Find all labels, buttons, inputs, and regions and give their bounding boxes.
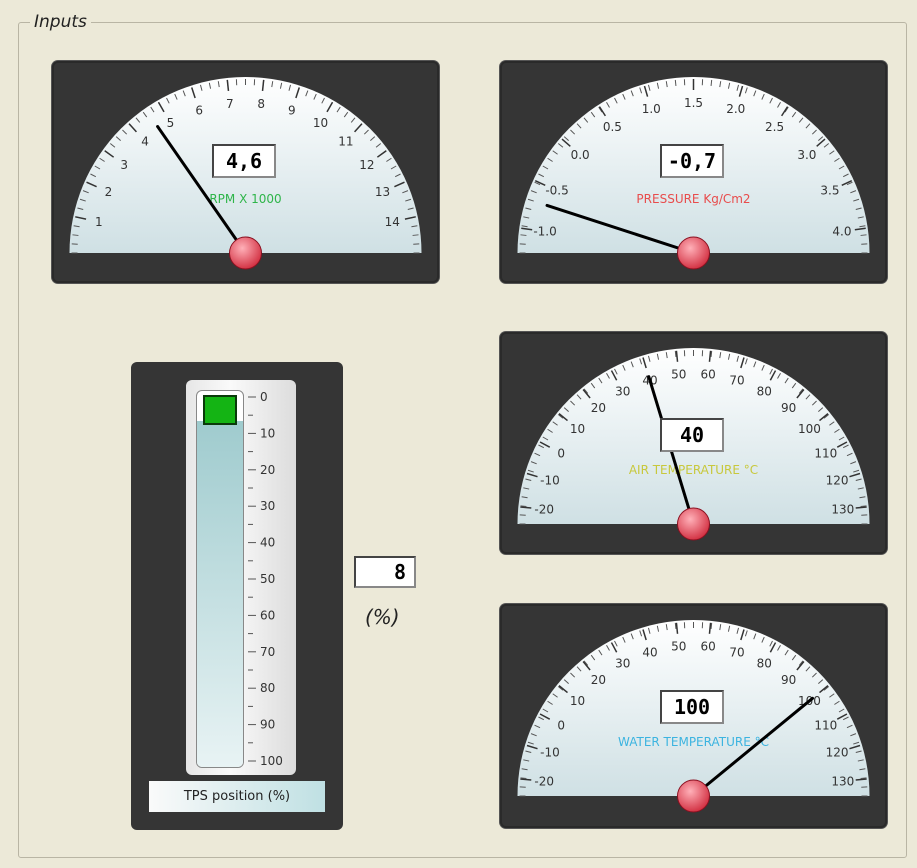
tps-value-display: 8 bbox=[354, 556, 416, 588]
tick-label: -20 bbox=[534, 774, 554, 788]
tick-label: 90 bbox=[781, 401, 796, 415]
tick-label: 3.0 bbox=[797, 148, 816, 162]
tick-label: 120 bbox=[826, 745, 849, 759]
tick-label: 1 bbox=[95, 215, 103, 229]
tps-scale-label: 80 bbox=[260, 681, 275, 695]
tps-scale-label: 100 bbox=[260, 754, 283, 768]
tick-label: 110 bbox=[814, 446, 837, 460]
tps-panel: 0 10 20 30 40 50 60 70 80 90 100 TPS position (%) bbox=[131, 362, 343, 830]
tick-label: 0 bbox=[557, 446, 565, 460]
tick-label: 10 bbox=[570, 694, 585, 708]
tps-position-handle[interactable] bbox=[203, 395, 237, 425]
tick-label: 0.0 bbox=[571, 148, 590, 162]
tps-scale-label: 70 bbox=[260, 645, 275, 659]
tick-label: 2.5 bbox=[765, 120, 784, 134]
tick-label: 11 bbox=[338, 135, 353, 149]
tps-scale-label: 10 bbox=[260, 426, 275, 440]
tick-label: 10 bbox=[313, 116, 328, 130]
air-temperature-value-display: 40 bbox=[660, 418, 724, 452]
tps-fill bbox=[197, 421, 243, 767]
tick-label: 110 bbox=[814, 718, 837, 732]
tick-label: 12 bbox=[359, 158, 374, 172]
tick-label: 80 bbox=[757, 657, 772, 671]
gauge-label: PRESSURE Kg/Cm2 bbox=[636, 192, 750, 206]
tick-label: 130 bbox=[831, 502, 854, 516]
tps-scale-label: 0 bbox=[260, 390, 268, 404]
tick-label: 8 bbox=[257, 97, 265, 111]
tick-label: 120 bbox=[826, 473, 849, 487]
pressure-value-display: -0,7 bbox=[660, 144, 724, 178]
tick-label: 9 bbox=[288, 103, 296, 117]
water-temperature-gauge-panel: -20 -10 0 10 20 30 40 50 60 70 80 90 100 110 120 130 WAT… bbox=[500, 604, 887, 828]
tps-scale: 0 10 20 30 40 50 60 70 80 90 100 bbox=[248, 390, 283, 768]
tps-tube bbox=[196, 390, 244, 768]
tick-label: 4.0 bbox=[832, 225, 851, 239]
tick-label: 20 bbox=[591, 673, 606, 687]
tick-label: 40 bbox=[642, 645, 657, 659]
tick-label: 5 bbox=[167, 116, 175, 130]
tick-label: 30 bbox=[615, 657, 630, 671]
needle-hub bbox=[677, 236, 710, 270]
tick-label: 30 bbox=[615, 385, 630, 399]
tick-label: 50 bbox=[671, 368, 686, 382]
needle-hub bbox=[677, 507, 710, 541]
tick-label: -1.0 bbox=[533, 225, 556, 239]
tick-label: 80 bbox=[757, 385, 772, 399]
inputs-group-title: Inputs bbox=[30, 12, 91, 32]
tps-unit-label: (%) bbox=[365, 605, 400, 629]
tick-label: 4 bbox=[141, 135, 149, 149]
tick-label: 70 bbox=[729, 373, 744, 387]
minor-tick bbox=[72, 234, 79, 236]
water-temperature-value-display: 100 bbox=[660, 690, 724, 724]
needle-hub bbox=[677, 779, 710, 813]
tick-label: -20 bbox=[534, 502, 554, 516]
gauge-label: WATER TEMPERATURE °C bbox=[618, 735, 769, 749]
tick-label: 2.0 bbox=[726, 102, 745, 116]
tps-scale-label: 40 bbox=[260, 536, 275, 550]
minor-tick bbox=[860, 234, 867, 236]
minor-tick bbox=[412, 234, 419, 236]
tick-label: 20 bbox=[591, 401, 606, 415]
tick-label: 0 bbox=[557, 718, 565, 732]
tick-label: 7 bbox=[226, 97, 234, 111]
rpm-gauge-panel: 1 2 3 4 5 6 7 8 9 10 11 12 13 14 RPM X 1000 4,6 bbox=[52, 61, 439, 283]
air-temperature-gauge-panel: -20 -10 0 10 20 30 40 50 60 70 80 90100 110 120 130 AIR… bbox=[500, 332, 887, 554]
tick-label: 3 bbox=[120, 158, 128, 172]
tps-scale-label: 50 bbox=[260, 572, 275, 586]
tick-label: 100 bbox=[798, 422, 821, 436]
tick-label: 10 bbox=[570, 422, 585, 436]
tick-label: 130 bbox=[831, 774, 854, 788]
minor-tick bbox=[674, 79, 677, 86]
tick-label: 0.5 bbox=[603, 120, 622, 134]
tps-track: 0 10 20 30 40 50 60 70 80 90 100 bbox=[186, 380, 296, 775]
gauge-label: RPM X 1000 bbox=[209, 192, 281, 206]
tick-label: 1.5 bbox=[684, 96, 703, 110]
tps-scale-label: 20 bbox=[260, 463, 275, 477]
tick-label: 90 bbox=[781, 673, 796, 687]
tps-scale-label: 60 bbox=[260, 608, 275, 622]
tick-label: 14 bbox=[385, 215, 400, 229]
tick-label: 1.0 bbox=[642, 102, 661, 116]
tps-scale-label: 90 bbox=[260, 718, 275, 732]
tick-label: 50 bbox=[671, 640, 686, 654]
tick-label: 2 bbox=[105, 185, 113, 199]
tick-label: 60 bbox=[701, 640, 716, 654]
gauge-label: AIR TEMPERATURE °C bbox=[629, 463, 758, 477]
needle-hub bbox=[229, 236, 262, 270]
minor-tick bbox=[710, 79, 713, 86]
tps-label: TPS position (%) bbox=[149, 781, 325, 812]
tick-label: 6 bbox=[195, 103, 203, 117]
pressure-gauge-panel: -1.0 -0.5 0.0 0.5 1.0 1.5 2.0 2.5 3.0 3.5 4.0 PRESS… bbox=[500, 61, 887, 283]
tick-label: 60 bbox=[701, 368, 716, 382]
tick-label: -0.5 bbox=[545, 184, 568, 198]
tick-label: 13 bbox=[375, 185, 390, 199]
tick-label: -10 bbox=[540, 745, 560, 759]
rpm-value-display: 4,6 bbox=[212, 144, 276, 178]
tick-label: -10 bbox=[540, 473, 560, 487]
tick-label: 3.5 bbox=[820, 184, 839, 198]
tps-scale-label: 30 bbox=[260, 499, 275, 513]
tick-label: 70 bbox=[729, 645, 744, 659]
minor-tick bbox=[520, 234, 527, 236]
